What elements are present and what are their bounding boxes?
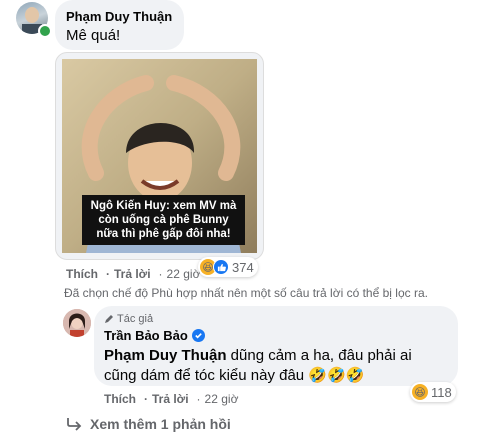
comment-text: Mê quá! — [66, 27, 121, 44]
reply-time[interactable]: 22 giờ — [205, 392, 239, 406]
reply-author-name[interactable]: Trần Bảo Bảo — [104, 328, 188, 343]
avatar-tran-bao-bao[interactable] — [63, 309, 91, 337]
reply-reactions-summary[interactable]: 😆 118 — [410, 382, 456, 402]
reactions-count: 374 — [232, 259, 254, 275]
avatar-image — [63, 309, 91, 337]
meme-caption-box: Ngô Kiến Huy: xem MV mà còn uống cà phê … — [82, 195, 245, 245]
reply-author: Trần Bảo Bảo — [104, 328, 205, 343]
pencil-icon — [105, 315, 113, 323]
comment-image[interactable]: Ngô Kiến Huy: xem MV mà còn uống cà phê … — [55, 52, 264, 260]
reply-text-line1: dũng cảm a ha, đâu phải ai — [226, 347, 412, 364]
reply-reply-button[interactable]: Trả lời — [152, 392, 189, 406]
reactions-summary[interactable]: 😆 374 — [198, 257, 258, 277]
reply-mention[interactable]: Phạm Duy Thuận — [104, 347, 227, 364]
comment-actions: Thích · Trả lời · 22 giờ — [66, 267, 201, 281]
reply-button[interactable]: Trả lời — [114, 267, 151, 281]
more-replies-link[interactable]: Xem thêm 1 phản hồi — [66, 416, 231, 432]
reply-text-line2: cũng dám để tóc kiểu này đâu 🤣🤣🤣 — [104, 367, 365, 384]
reply-arrow-icon — [67, 418, 82, 431]
haha-reaction-icon: 😆 — [412, 384, 428, 400]
reply-actions: Thích · Trả lời · 22 giờ — [104, 392, 239, 406]
comment-author[interactable]: Phạm Duy Thuận — [66, 9, 172, 24]
like-reaction-icon — [213, 259, 229, 275]
author-badge: Tác giả — [104, 313, 153, 325]
online-indicator — [38, 24, 52, 38]
comment-time[interactable]: 22 giờ — [167, 267, 201, 281]
like-button[interactable]: Thích — [66, 267, 98, 281]
reply-reactions-count: 118 — [431, 384, 452, 400]
meme-caption: Ngô Kiến Huy: xem MV mà còn uống cà phê … — [90, 200, 237, 240]
verified-icon — [191, 329, 205, 342]
filter-notice: Đã chọn chế độ Phù hợp nhất nên một số c… — [64, 286, 428, 300]
more-replies-label: Xem thêm 1 phản hồi — [90, 416, 231, 432]
reply-like-button[interactable]: Thích — [104, 392, 136, 406]
reply-text: Phạm Duy Thuận dũng cảm a ha, đâu phải a… — [104, 346, 454, 386]
